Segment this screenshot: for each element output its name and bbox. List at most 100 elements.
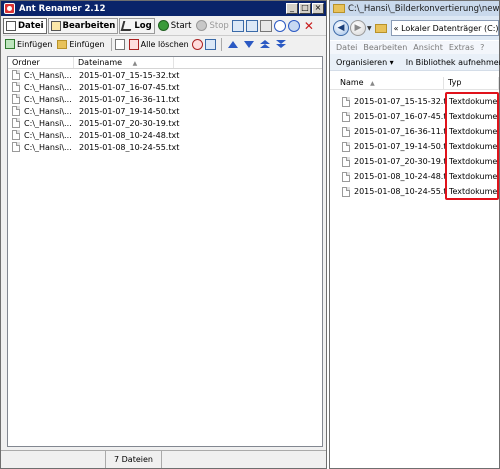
filename-cell: 2015-01-07_19-14-50.txt: [79, 106, 180, 116]
address-bar[interactable]: « Lokaler Datenträger (C:): [390, 20, 499, 36]
back-icon[interactable]: ◀: [333, 20, 349, 36]
address-folder-icon: [374, 23, 387, 33]
files-icon: [6, 20, 16, 31]
settings-icon[interactable]: [259, 19, 272, 32]
menu-ansicht[interactable]: Ansicht: [413, 43, 443, 52]
column-header-filename[interactable]: Dateiname ▲: [74, 57, 174, 68]
minimize-button[interactable]: _: [286, 3, 298, 14]
tab-datei[interactable]: Datei: [3, 17, 47, 34]
list-item[interactable]: 2015-01-07_16-07-45.txtTextdokument: [330, 109, 499, 124]
list-item[interactable]: 2015-01-07_16-36-11.txtTextdokument: [330, 124, 499, 139]
ant-titlebar[interactable]: Ant Renamer 2.12 _ □ ×: [1, 1, 326, 16]
insert-files-button[interactable]: Einfügen: [3, 37, 54, 52]
name-cell: 2015-01-07_16-36-11.txt: [330, 126, 446, 137]
ant-window-title: Ant Renamer 2.12: [19, 3, 106, 14]
log-icon: [121, 20, 134, 31]
table-row[interactable]: C:\_Hansi\... 2015-01-08_10-24-48.txt: [8, 129, 322, 141]
info-icon[interactable]: [287, 19, 300, 32]
ant-tab-bar: Datei Bearbeiten Log Start Stop ✕: [3, 17, 326, 34]
forward-icon[interactable]: ▶: [350, 20, 366, 36]
stop-button[interactable]: Stop: [194, 18, 230, 34]
list-item[interactable]: 2015-01-08_10-24-55.txtTextdokument: [330, 184, 499, 199]
explorer-nav-bar: ◀ ▶ ▼ « Lokaler Datenträger (C:): [330, 16, 499, 40]
folder-cell: C:\_Hansi\...: [8, 82, 74, 92]
folder-cell: C:\_Hansi\...: [8, 70, 74, 80]
table-row[interactable]: C:\_Hansi\... 2015-01-08_10-24-55.txt: [8, 141, 322, 153]
folder-cell: C:\_Hansi\...: [8, 94, 74, 104]
file-icon: [12, 106, 20, 116]
list-item[interactable]: 2015-01-07_19-14-50.txtTextdokument: [330, 139, 499, 154]
column-header-name[interactable]: Name ▲: [330, 77, 444, 89]
name-cell: 2015-01-07_20-30-19.txt: [330, 156, 446, 167]
menu-datei[interactable]: Datei: [336, 43, 357, 52]
status-cell-left: [1, 451, 106, 468]
file-name: 2015-01-07_20-30-19.txt: [354, 157, 446, 166]
add-folder-icon: [57, 39, 68, 49]
list-item[interactable]: 2015-01-07_20-30-19.txtTextdokument: [330, 154, 499, 169]
list-item[interactable]: 2015-01-08_10-24-48.txtTextdokument: [330, 169, 499, 184]
column-header-type[interactable]: Typ: [444, 77, 499, 89]
preview-icon[interactable]: [204, 38, 216, 50]
move-bottom-icon[interactable]: [275, 40, 286, 48]
move-up-icon[interactable]: [227, 40, 238, 48]
ant-rows: C:\_Hansi\... 2015-01-07_15-15-32.txt C:\_…: [8, 69, 322, 153]
insert-folder-button[interactable]: Einfügen: [55, 37, 106, 52]
type-cell: Textdokument: [449, 142, 499, 151]
text-file-icon: [342, 96, 350, 107]
list-item[interactable]: 2015-01-07_15-15-32.txtTextdokument: [330, 94, 499, 109]
name-cell: 2015-01-07_15-15-32.txt: [330, 96, 446, 107]
toolbar-separator: [220, 37, 222, 51]
move-top-icon[interactable]: [259, 40, 270, 48]
table-row[interactable]: C:\_Hansi\... 2015-01-07_16-36-11.txt: [8, 93, 322, 105]
ant-file-list[interactable]: Ordner Dateiname ▲ C:\_Hansi\... 2015-01-…: [7, 56, 323, 447]
type-cell: Textdokument: [449, 112, 499, 121]
remove-selected-icon[interactable]: [114, 38, 125, 50]
table-row[interactable]: C:\_Hansi\... 2015-01-07_15-15-32.txt: [8, 69, 322, 81]
tab-datei-label: Datei: [18, 20, 44, 31]
windows-icon[interactable]: [245, 19, 258, 32]
filename-cell: 2015-01-07_16-36-11.txt: [79, 94, 180, 104]
table-row[interactable]: C:\_Hansi\... 2015-01-07_19-14-50.txt: [8, 105, 322, 117]
status-file-count: 7 Dateien: [106, 451, 162, 468]
folder-icon: [333, 4, 345, 13]
explorer-menu-bar: Datei Bearbeiten Ansicht Extras ?: [330, 41, 499, 54]
file-icon: [12, 70, 20, 80]
explorer-titlebar[interactable]: C:\_Hansi\_Bilderkonvertierung\new_00: [330, 1, 499, 16]
sort-ascending-icon: ▲: [370, 80, 375, 87]
organize-button[interactable]: Organisieren ▾: [336, 58, 394, 67]
insert-folder-label: Einfügen: [69, 39, 105, 49]
menu-bearbeiten[interactable]: Bearbeiten: [363, 43, 407, 52]
column-header-folder[interactable]: Ordner: [8, 57, 74, 68]
explorer-file-list[interactable]: 2015-01-07_15-15-32.txtTextdokument2015-…: [330, 94, 499, 199]
add-to-library-button[interactable]: In Bibliothek aufnehmen ▾: [406, 58, 500, 67]
ant-window-controls: _ □ ×: [286, 3, 324, 14]
close-button[interactable]: ×: [312, 3, 324, 14]
text-file-icon: [342, 186, 350, 197]
delete-all-button[interactable]: Alle löschen: [127, 37, 191, 52]
start-button[interactable]: Start: [156, 18, 194, 34]
move-down-icon[interactable]: [243, 40, 254, 48]
file-name: 2015-01-07_19-14-50.txt: [354, 142, 446, 151]
help-icon[interactable]: [273, 19, 286, 32]
address-text: « Lokaler Datenträger (C:): [393, 23, 499, 33]
start-icon: [157, 20, 169, 31]
filename-cell: 2015-01-08_10-24-48.txt: [79, 130, 180, 140]
maximize-button[interactable]: □: [299, 3, 311, 14]
table-row[interactable]: C:\_Hansi\... 2015-01-07_20-30-19.txt: [8, 117, 322, 129]
folder-text: C:\_Hansi\...: [24, 130, 72, 140]
remove-missing-icon[interactable]: [191, 38, 203, 50]
table-row[interactable]: C:\_Hansi\... 2015-01-07_16-07-45.txt: [8, 81, 322, 93]
nav-history-icon[interactable]: ▼: [367, 25, 372, 32]
layout-icon[interactable]: [231, 19, 244, 32]
file-icon: [12, 130, 20, 140]
exit-icon[interactable]: ✕: [304, 19, 314, 33]
stop-icon: [196, 20, 208, 31]
status-cell-right: [162, 451, 326, 468]
menu-extras[interactable]: Extras: [449, 43, 474, 52]
explorer-window: C:\_Hansi\_Bilderkonvertierung\new_00 ◀ …: [329, 0, 500, 469]
text-file-icon: [342, 156, 350, 167]
edit-icon: [50, 20, 61, 31]
tab-bearbeiten[interactable]: Bearbeiten: [47, 17, 119, 34]
menu-help[interactable]: ?: [480, 43, 484, 52]
tab-log[interactable]: Log: [119, 17, 155, 34]
